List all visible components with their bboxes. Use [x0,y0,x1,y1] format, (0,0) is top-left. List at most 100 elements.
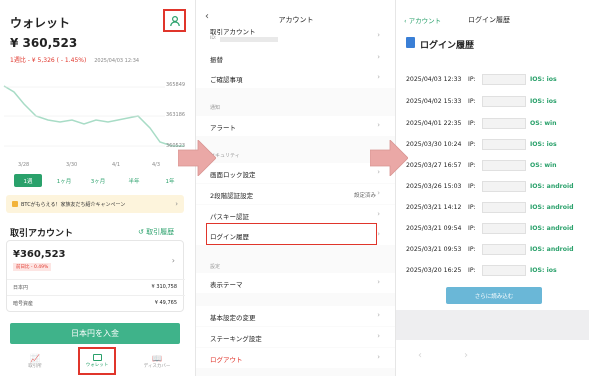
x-tick: 4/1 [112,162,121,168]
menu-basic-settings[interactable]: 基本設定の変更 › [196,306,395,326]
deposit-button[interactable]: 日本円を入金 [10,323,180,344]
balance-change: 1週比 - ¥ 5,326 ( - 1.45%) 2025/04/03 12:3… [10,55,139,64]
history-title: ログイン履歴 [468,16,510,24]
log-row: 2025/03/21 14:12 IP: IOS: android [406,201,586,215]
menu-passkey[interactable]: パスキー認証 › [196,205,395,225]
menu-label: 表示テーマ [210,281,243,289]
document-icon [406,37,415,48]
ip-label: IP: [468,141,476,148]
log-row: 2025/03/27 16:57 IP: OS: win [406,159,586,173]
ip-redacted [482,74,526,85]
menu-confirmation[interactable]: ご確認事項 › [196,68,395,88]
history-link-label: 取引履歴 [146,228,175,236]
login-history-highlight [206,223,377,245]
wallet-screen: ウォレット ¥ 360,523 1週比 - ¥ 5,326 ( - 1.45%)… [0,0,196,376]
account-heading: 取引アカウント [10,229,74,239]
chevron-right-icon: › [377,278,380,286]
x-tick: 3/30 [66,162,78,168]
menu-logout[interactable]: ログアウト › [196,348,395,368]
account-amount: ¥360,523 [13,249,66,260]
menu-staking[interactable]: ステーキング設定 › [196,327,395,347]
chevron-right-icon: › [171,256,175,265]
timestamp: 2025/04/03 12:34 [94,58,140,64]
footer-band [396,310,589,340]
log-os: OS: win [530,162,557,169]
account-button[interactable] [163,9,186,32]
period-6m[interactable]: 半年 [120,174,148,187]
menu-label: 取引アカウント [210,28,256,36]
ip-label: IP: [468,246,476,253]
menu-label: ログアウト [210,356,243,364]
chevron-right-icon: › [377,332,380,340]
arrow-right-icon [178,140,216,176]
back-button[interactable]: ‹ アカウント [404,15,441,25]
ip-redacted [482,96,526,107]
chevron-right-icon: › [377,230,380,238]
ip-label: IP: [468,267,476,274]
menu-label: パスキー認証 [210,213,249,221]
y-label: 365849 [166,82,185,88]
tab-exchange[interactable]: 📈 取引所 [10,346,60,376]
menu-screen-lock[interactable]: 画面ロック設定 › [196,163,395,183]
account-card[interactable]: ¥360,523 前日比 - 0.49% › 日本円 ¥ 310,758 暗号資… [6,240,185,312]
promo-text: BTCがもらえる！家族友だち紹介キャンペーン [21,201,126,208]
tab-label: ディスカバー [143,363,171,369]
chart-icon: 📈 [30,353,40,363]
section-settings: 設定 [210,264,221,270]
chevron-right-icon: › [377,189,380,197]
log-date: 2025/03/21 09:53 [406,246,462,253]
log-os: IOS: ios [530,141,557,148]
ip-redacted [482,244,526,255]
log-row: 2025/03/30 10:24 IP: IOS: ios [406,138,586,152]
log-os: IOS: android [530,246,574,253]
back-label: アカウント [408,17,442,25]
log-date: 2025/03/26 15:03 [406,183,462,190]
menu-trade-account[interactable]: 取引アカウント ID: › [196,24,395,50]
menu-label: 振替 [210,56,223,64]
menu-transfer[interactable]: 振替 › [196,48,395,68]
load-more-button[interactable]: さらに読み込む [446,287,542,304]
menu-display-theme[interactable]: 表示テーマ › [196,273,395,293]
period-selector: 1週 1ヶ月 3ヶ月 半年 1年 [10,174,190,188]
trade-history-link[interactable]: ↺ 取引履歴 [138,227,174,237]
menu-label: 2段階認証設定 [210,192,254,200]
log-row: 2025/03/21 09:54 IP: IOS: android [406,222,586,236]
account-id-redacted [220,37,278,42]
tab-wallet[interactable]: ウォレット [78,347,116,375]
chevron-right-icon: › [377,353,380,361]
menu-2fa[interactable]: 2段階認証設定 設定済み › [196,184,395,204]
log-date: 2025/03/21 14:12 [406,204,462,211]
period-1m[interactable]: 1ヶ月 [50,174,78,187]
log-os: IOS: ios [530,98,557,105]
promo-banner[interactable]: BTCがもらえる！家族友だち紹介キャンペーン › [6,195,184,213]
log-os: IOS: android [530,204,574,211]
chevron-right-icon[interactable]: › [464,350,468,361]
row-label: 日本円 [13,285,29,291]
chevron-left-icon[interactable]: ‹ [418,350,422,361]
log-date: 2025/03/21 09:54 [406,225,462,232]
tab-discover[interactable]: 📖 ディスカバー [132,346,182,376]
history-icon: ↺ [138,228,147,236]
log-row: 2025/04/03 12:33 IP: IOS: ios [406,73,586,87]
log-date: 2025/04/03 12:33 [406,76,462,83]
login-history-screen: ‹ アカウント ログイン履歴 ログイン履歴 2025/04/03 12:33 IP… [396,0,589,376]
log-date: 2025/04/02 15:33 [406,98,462,105]
log-date: 2025/03/20 16:25 [406,267,462,274]
period-1w[interactable]: 1週 [14,174,42,187]
period-3m[interactable]: 3ヶ月 [84,174,112,187]
account-screen: ‹ アカウント 取引アカウント ID: › 振替 › ご確認事項 › 通知 アラ… [196,0,396,376]
ip-redacted [482,265,526,276]
x-tick: 3/28 [18,162,30,168]
wallet-icon [92,354,102,361]
user-icon [169,15,180,26]
chevron-right-icon: › [377,53,380,61]
log-row: 2025/03/26 15:03 IP: IOS: android [406,180,586,194]
log-row: 2025/04/01 22:35 IP: OS: win [406,117,586,131]
tab-label: ウォレット [85,363,109,368]
menu-label: ステーキング設定 [210,335,262,343]
ip-label: IP: [468,183,476,190]
total-balance: ¥ 360,523 [10,36,78,50]
log-os: IOS: ios [530,267,557,274]
log-date: 2025/03/30 10:24 [406,141,462,148]
menu-alert[interactable]: アラート › [196,116,395,136]
